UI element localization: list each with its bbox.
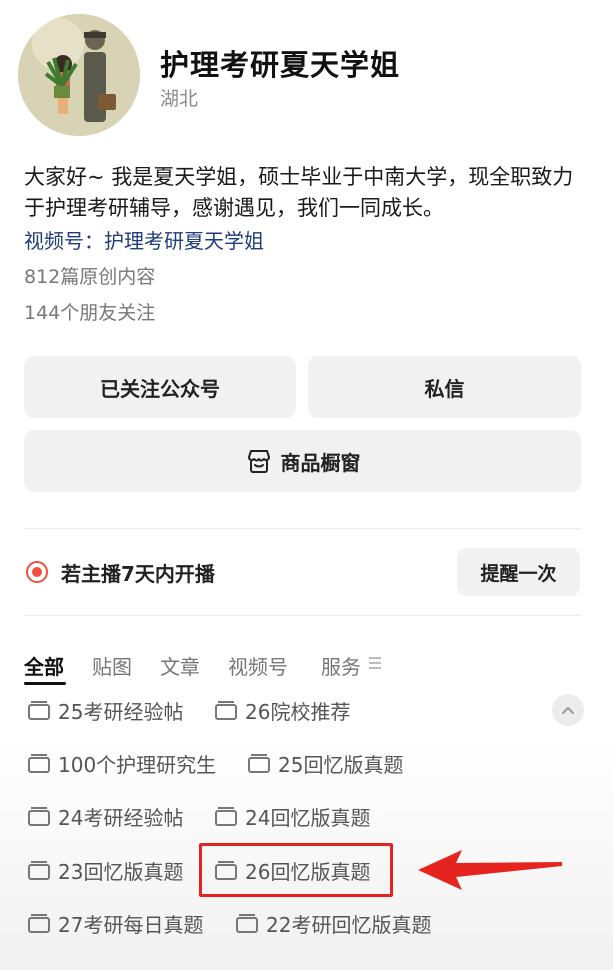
message-label: 私信: [424, 376, 465, 401]
collection-item[interactable]: 25考研经验帖: [28, 692, 183, 728]
tab-all-underline: [24, 682, 66, 685]
collection-folder-icon: [248, 754, 270, 773]
collection-item[interactable]: 22考研回忆版真题: [236, 905, 431, 941]
collapse-button[interactable]: [552, 694, 584, 726]
collection-label: 27考研每日真题: [58, 912, 204, 937]
channel-link[interactable]: 视频号：护理考研夏天学姐: [24, 225, 264, 254]
highlight-box: [199, 843, 393, 897]
collection-folder-icon: [28, 914, 50, 933]
followed-label: 已关注公众号: [100, 376, 220, 401]
friends-following-count[interactable]: 144个朋友关注: [24, 298, 155, 325]
collection-item[interactable]: 100个护理研究生: [28, 745, 216, 781]
divider-bottom: [24, 615, 581, 616]
remind-once-label: 提醒一次: [480, 562, 557, 585]
remind-once-button[interactable]: 提醒一次: [457, 548, 580, 596]
collection-label: 100个护理研究生: [58, 752, 217, 777]
collection-label: 26院校推荐: [245, 699, 351, 724]
collection-item[interactable]: 24考研经验帖: [28, 798, 183, 834]
avatar[interactable]: [18, 14, 140, 136]
shop-storefront-icon: [247, 450, 270, 473]
collection-item[interactable]: 23回忆版真题: [28, 852, 183, 888]
collection-folder-icon: [215, 807, 237, 826]
original-content-count[interactable]: 812篇原创内容: [24, 262, 155, 289]
collection-folder-icon: [28, 861, 50, 880]
collection-folder-icon: [28, 754, 50, 773]
divider-top: [24, 528, 581, 529]
collection-label: 24回忆版真题: [245, 805, 371, 830]
shop-window-button[interactable]: 商品橱窗: [24, 430, 581, 492]
message-button[interactable]: 私信: [308, 356, 581, 418]
red-arrow-icon: [418, 850, 562, 890]
tab-articles[interactable]: 文章: [160, 651, 200, 680]
tab-services[interactable]: 服务: [321, 651, 361, 680]
live-reminder-text: 若主播7天内开播: [61, 562, 215, 586]
collection-folder-icon: [28, 701, 50, 720]
collection-item[interactable]: 24回忆版真题: [215, 798, 370, 834]
account-bio: 大家好~ 我是夏天学姐，硕士毕业于中南大学，现全职致力于护理考研辅导，感谢遇见，…: [24, 165, 574, 220]
tab-all[interactable]: 全部: [24, 651, 64, 680]
chevron-up-icon: [562, 707, 574, 714]
collection-item[interactable]: 26院校推荐: [215, 692, 350, 728]
live-indicator-icon: [26, 561, 48, 583]
collection-folder-icon: [28, 807, 50, 826]
collection-label: 23回忆版真题: [58, 859, 184, 884]
collection-folder-icon: [236, 914, 258, 933]
tab-image-posts[interactable]: 贴图: [92, 651, 132, 680]
tab-channels[interactable]: 视频号: [228, 651, 288, 680]
collection-label: 22考研回忆版真题: [266, 912, 432, 937]
account-name: 护理考研夏天学姐: [160, 48, 401, 82]
followed-button[interactable]: 已关注公众号: [24, 356, 296, 418]
account-region: 湖北: [160, 88, 199, 110]
collection-item[interactable]: 25回忆版真题: [248, 745, 403, 781]
menu-lines-icon[interactable]: [369, 657, 381, 669]
collection-label: 25考研经验帖: [58, 699, 184, 724]
collection-label: 25回忆版真题: [278, 752, 404, 777]
shop-window-label: 商品橱窗: [280, 450, 361, 475]
collection-item[interactable]: 27考研每日真题: [28, 905, 203, 941]
collection-label: 24考研经验帖: [58, 805, 184, 830]
collection-folder-icon: [215, 701, 237, 720]
